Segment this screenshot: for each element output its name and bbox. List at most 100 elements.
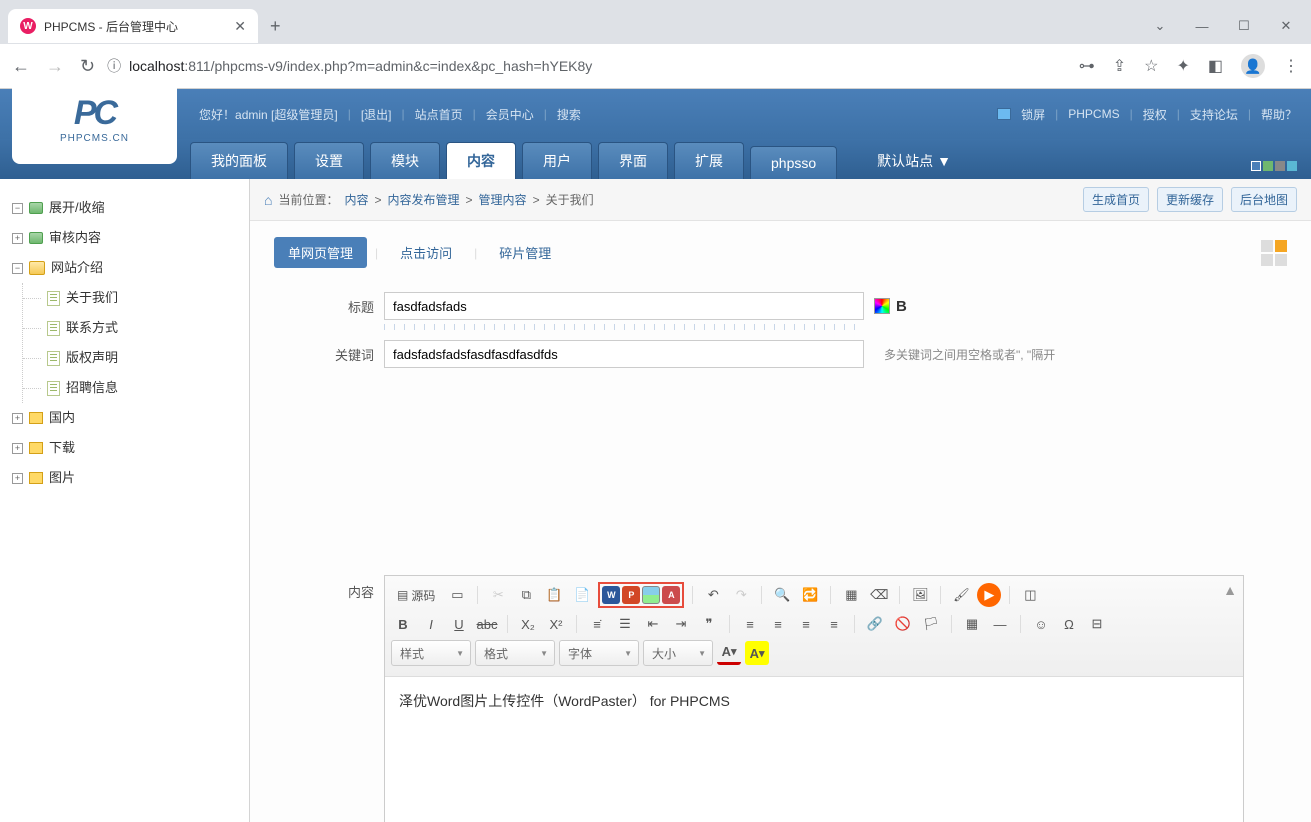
input-title[interactable] bbox=[384, 292, 864, 320]
toggle-icon[interactable]: − bbox=[12, 203, 23, 214]
logo[interactable]: PC PHPCMS.CN bbox=[12, 74, 177, 164]
ptab-2[interactable]: 碎片管理 bbox=[485, 237, 565, 268]
home-icon[interactable]: ⌂ bbox=[264, 192, 272, 208]
emoji-icon[interactable]: ☺ bbox=[1029, 612, 1053, 636]
toggle-icon[interactable]: + bbox=[12, 443, 23, 454]
bc-0[interactable]: 内容 bbox=[344, 191, 368, 208]
font-select[interactable]: 字体 bbox=[559, 640, 639, 666]
key-icon[interactable]: ⊶ bbox=[1079, 56, 1095, 76]
flash-icon[interactable]: 🖌 bbox=[949, 583, 973, 607]
action-refresh[interactable]: 更新缓存 bbox=[1157, 187, 1223, 212]
bc-1[interactable]: 内容发布管理 bbox=[388, 191, 460, 208]
layout-switch-icon[interactable] bbox=[1261, 240, 1287, 266]
align-center-icon[interactable]: ≡ bbox=[766, 612, 790, 636]
paste-text-icon[interactable]: 📄 bbox=[570, 583, 594, 607]
toggle-icon[interactable]: + bbox=[12, 413, 23, 424]
nav-tab-5[interactable]: 界面 bbox=[598, 142, 668, 179]
pagebreak-icon[interactable]: ⊟ bbox=[1085, 612, 1109, 636]
iframe-icon[interactable]: ◫ bbox=[1018, 583, 1042, 607]
editor-body[interactable]: 泽优Word图片上传控件（WordPaster） for PHPCMS bbox=[385, 677, 1243, 822]
bgcolor-icon[interactable]: A▾ bbox=[745, 641, 769, 665]
anchor-icon[interactable]: 🏳 bbox=[919, 612, 943, 636]
sidebar-item-domestic[interactable]: +国内 bbox=[10, 403, 239, 433]
unlink-icon[interactable]: 🚫 bbox=[891, 612, 915, 636]
indent-icon[interactable]: ⇥ bbox=[669, 612, 693, 636]
superscript-icon[interactable]: X² bbox=[544, 612, 568, 636]
textcolor-icon[interactable]: A▾ bbox=[717, 641, 741, 665]
toggle-icon[interactable]: − bbox=[12, 263, 23, 274]
nav-tab-2[interactable]: 模块 bbox=[370, 142, 440, 179]
underline-icon[interactable]: U bbox=[447, 612, 471, 636]
nav-tab-6[interactable]: 扩展 bbox=[674, 142, 744, 179]
bold-icon[interactable]: B bbox=[896, 298, 907, 315]
ptab-1[interactable]: 点击访问 bbox=[386, 237, 466, 268]
redo-icon[interactable]: ↷ bbox=[729, 583, 753, 607]
ul-icon[interactable]: ☰ bbox=[613, 612, 637, 636]
info-icon[interactable]: ⓘ bbox=[107, 56, 121, 76]
hr-icon[interactable]: — bbox=[988, 612, 1012, 636]
replace-icon[interactable]: 🔁 bbox=[798, 583, 822, 607]
site-selector[interactable]: 默认站点▼ bbox=[863, 143, 965, 179]
sidebar-item-expand[interactable]: −展开/收缩 bbox=[10, 193, 239, 223]
sidebar-item-jobs[interactable]: 招聘信息 bbox=[45, 373, 239, 403]
sidebar-item-audit[interactable]: +审核内容 bbox=[10, 223, 239, 253]
toggle-icon[interactable]: + bbox=[12, 233, 23, 244]
rightlink-4[interactable]: 帮助？ bbox=[1261, 106, 1297, 123]
color-picker-icon[interactable] bbox=[874, 298, 890, 314]
window-dropdown-icon[interactable]: ⌄ bbox=[1143, 18, 1177, 34]
selectall-icon[interactable]: ▦ bbox=[839, 583, 863, 607]
subscript-icon[interactable]: X₂ bbox=[516, 612, 540, 636]
pdf-import-icon[interactable]: A bbox=[662, 586, 680, 604]
rightlink-1[interactable]: PHPCMS bbox=[1068, 107, 1119, 121]
new-tab-button[interactable]: + bbox=[270, 16, 281, 37]
ptab-0[interactable]: 单网页管理 bbox=[274, 237, 367, 268]
link-icon[interactable]: 🔗 bbox=[863, 612, 887, 636]
cut-icon[interactable]: ✂ bbox=[486, 583, 510, 607]
nav-tab-7[interactable]: phpsso bbox=[750, 146, 837, 179]
nav-tab-1[interactable]: 设置 bbox=[294, 142, 364, 179]
size-select[interactable]: 大小 bbox=[643, 640, 713, 666]
bold-icon[interactable]: B bbox=[391, 612, 415, 636]
window-minimize-icon[interactable]: — bbox=[1185, 19, 1219, 34]
action-sitemap[interactable]: 后台地图 bbox=[1231, 187, 1297, 212]
align-justify-icon[interactable]: ≡ bbox=[822, 612, 846, 636]
removefmt-icon[interactable]: ⌫ bbox=[867, 583, 891, 607]
window-maximize-icon[interactable]: ☐ bbox=[1227, 18, 1261, 34]
find-icon[interactable]: 🔍 bbox=[770, 583, 794, 607]
image-icon[interactable]: 🖼 bbox=[908, 583, 932, 607]
image-import-icon[interactable] bbox=[642, 586, 660, 604]
toggle-icon[interactable]: + bbox=[12, 473, 23, 484]
action-genhome[interactable]: 生成首页 bbox=[1083, 187, 1149, 212]
window-close-icon[interactable]: ✕ bbox=[1269, 18, 1303, 34]
strike-icon[interactable]: abc bbox=[475, 612, 499, 636]
ol-icon[interactable]: ≡̇ bbox=[585, 612, 609, 636]
url-box[interactable]: ⓘ localhost:811/phpcms-v9/index.php?m=ad… bbox=[107, 56, 1067, 76]
outdent-icon[interactable]: ⇤ bbox=[641, 612, 665, 636]
rightlink-0[interactable]: 锁屏 bbox=[1021, 106, 1045, 123]
quote-icon[interactable]: ❞ bbox=[697, 612, 721, 636]
sidebar-item-intro[interactable]: −网站介绍 bbox=[10, 253, 239, 283]
sidebar-item-contact[interactable]: 联系方式 bbox=[45, 313, 239, 343]
sidebar-item-copyright[interactable]: 版权声明 bbox=[45, 343, 239, 373]
align-right-icon[interactable]: ≡ bbox=[794, 612, 818, 636]
align-left-icon[interactable]: ≡ bbox=[738, 612, 762, 636]
expand-up-icon[interactable]: ▲ bbox=[1223, 582, 1237, 598]
italic-icon[interactable]: I bbox=[419, 612, 443, 636]
rightlink-2[interactable]: 授权 bbox=[1143, 106, 1167, 123]
sidebar-item-about[interactable]: 关于我们 bbox=[45, 283, 239, 313]
word-import-icon[interactable]: W bbox=[602, 586, 620, 604]
ppt-import-icon[interactable]: P bbox=[622, 586, 640, 604]
logout-link[interactable]: [退出] bbox=[361, 106, 392, 123]
table-icon[interactable]: ▦ bbox=[960, 612, 984, 636]
share-icon[interactable]: ⇪ bbox=[1113, 56, 1126, 76]
sidepanel-icon[interactable]: ◧ bbox=[1208, 56, 1223, 76]
close-tab-icon[interactable]: ✕ bbox=[234, 18, 246, 35]
nav-tab-4[interactable]: 用户 bbox=[522, 142, 592, 179]
theme-colors[interactable] bbox=[1251, 161, 1297, 171]
undo-icon[interactable]: ↶ bbox=[701, 583, 725, 607]
nav-tab-0[interactable]: 我的面板 bbox=[190, 142, 288, 179]
extensions-icon[interactable]: ✦ bbox=[1176, 56, 1189, 76]
nav-tab-3[interactable]: 内容 bbox=[446, 142, 516, 179]
menu-icon[interactable]: ⋮ bbox=[1283, 56, 1299, 76]
format-select[interactable]: 格式 bbox=[475, 640, 555, 666]
